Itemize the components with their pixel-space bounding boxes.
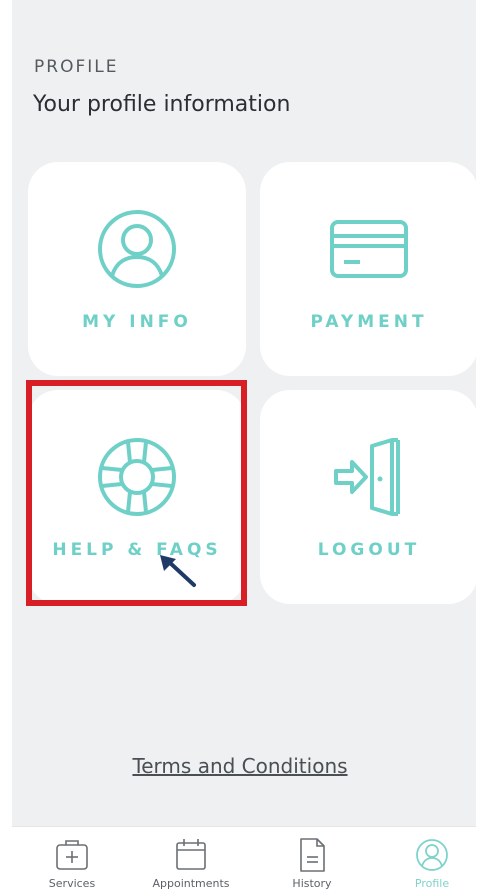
medical-bag-icon [56, 840, 88, 870]
my-info-tile[interactable]: MY INFO [28, 162, 246, 376]
section-label: PROFILE [34, 57, 119, 77]
user-circle-icon [416, 839, 448, 871]
my-info-label: MY INFO [82, 312, 192, 332]
document-icon [300, 838, 325, 872]
calendar-icon [176, 839, 206, 870]
logout-label: LOGOUT [317, 540, 421, 560]
tab-services[interactable]: Services [22, 835, 122, 890]
tab-history-label: History [292, 877, 332, 890]
tab-appointments-label: Appointments [152, 877, 230, 890]
bottom-tab-bar: Services Appointments History Profile [12, 826, 476, 893]
terms-and-conditions-link[interactable]: Terms and Conditions [0, 754, 480, 778]
highlight-box [26, 380, 247, 606]
logout-tile[interactable]: LOGOUT [260, 390, 478, 604]
payment-label: PAYMENT [310, 312, 428, 332]
tab-profile[interactable]: Profile [382, 835, 480, 890]
payment-tile[interactable]: PAYMENT [260, 162, 478, 376]
user-icon [98, 210, 176, 288]
tab-appointments[interactable]: Appointments [141, 835, 241, 890]
pointer-arrow-icon [160, 555, 196, 587]
page-title: Your profile information [33, 92, 291, 117]
credit-card-icon [330, 220, 408, 278]
logout-door-icon [334, 438, 400, 516]
tab-profile-label: Profile [414, 877, 450, 890]
tab-services-label: Services [48, 877, 96, 890]
tab-history[interactable]: History [262, 835, 362, 890]
